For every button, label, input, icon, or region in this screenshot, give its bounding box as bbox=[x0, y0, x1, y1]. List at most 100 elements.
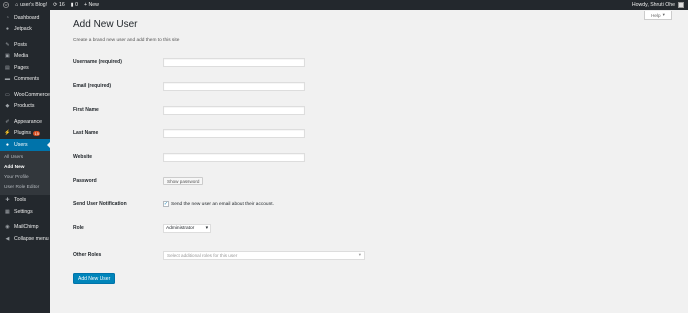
dropdown-arrow-icon: ▾ bbox=[205, 225, 208, 231]
website-input[interactable] bbox=[163, 152, 305, 162]
dashboard-icon: ◔ bbox=[5, 14, 10, 21]
other-roles-label: Other Roles bbox=[73, 252, 102, 258]
username-label: Username (required) bbox=[73, 59, 122, 65]
role-row: Role Administrator ▾ bbox=[73, 222, 673, 234]
submenu-item-all-users[interactable]: All Users bbox=[0, 153, 50, 163]
sidebar-item-collapse-menu[interactable]: ◀ Collapse menu bbox=[0, 233, 50, 245]
role-value: Administrator bbox=[166, 225, 195, 231]
sidebar-item-comments[interactable]: ▬ Comments bbox=[0, 74, 50, 86]
website-row: Website bbox=[73, 151, 673, 163]
comments-count: 0 bbox=[75, 2, 78, 8]
submenu-item-user-role-editor[interactable]: User Role Editor bbox=[0, 183, 50, 193]
admin-sidebar: ◔ Dashboard ● Jetpack ✎ Posts ▣ Media ▤ … bbox=[0, 10, 50, 313]
first-name-input[interactable] bbox=[163, 105, 305, 115]
plugins-update-badge: 15 bbox=[33, 130, 41, 136]
comment-bubble-icon: ▮ bbox=[70, 2, 74, 8]
notification-text: Send the new user an email about their a… bbox=[171, 201, 274, 207]
pin-icon: ✎ bbox=[5, 41, 10, 48]
last-name-input[interactable] bbox=[163, 128, 305, 138]
home-icon: ⌂ bbox=[15, 2, 19, 8]
sidebar-item-dashboard[interactable]: ◔ Dashboard bbox=[0, 12, 50, 24]
sidebar-item-products[interactable]: ◆ Products bbox=[0, 101, 50, 113]
media-icon: ▣ bbox=[5, 53, 10, 60]
avatar bbox=[678, 2, 684, 8]
sidebar-item-label: Tools bbox=[14, 197, 27, 204]
first-name-label: First Name bbox=[73, 107, 99, 113]
username-input[interactable] bbox=[163, 57, 305, 67]
last-name-row: Last Name bbox=[73, 127, 673, 139]
other-roles-placeholder: Select additional roles for this user bbox=[167, 252, 238, 258]
updates-link[interactable]: ⟳ 16 bbox=[50, 0, 68, 10]
page-description: Create a brand new user and add them to … bbox=[73, 38, 180, 43]
sidebar-item-label: Plugins bbox=[14, 130, 32, 137]
brush-icon: ✐ bbox=[5, 118, 10, 125]
sidebar-item-label: Media bbox=[14, 53, 29, 60]
help-tab-button[interactable]: Help ▾ bbox=[644, 11, 672, 20]
wordpress-logo-icon[interactable]: W bbox=[0, 0, 12, 10]
last-name-label: Last Name bbox=[73, 130, 99, 136]
sidebar-item-label: Appearance bbox=[14, 118, 42, 125]
admin-bar: W ⌂ user's Blog! ⟳ 16 ▮ 0 + New Howdy, S… bbox=[0, 0, 688, 10]
users-submenu: All Users Add New Your Profile User Role… bbox=[0, 150, 50, 195]
help-label: Help bbox=[651, 12, 661, 18]
sidebar-item-label: Products bbox=[14, 103, 35, 110]
notification-label: Send User Notification bbox=[73, 201, 127, 207]
first-name-row: First Name bbox=[73, 104, 673, 116]
new-label: New bbox=[88, 2, 99, 8]
sidebar-item-pages[interactable]: ▤ Pages bbox=[0, 62, 50, 74]
comments-link[interactable]: ▮ 0 bbox=[68, 0, 81, 10]
products-icon: ◆ bbox=[5, 103, 10, 110]
sidebar-item-tools[interactable]: ✚ Tools bbox=[0, 195, 50, 207]
other-roles-select[interactable]: Select additional roles for this user ▾ bbox=[163, 250, 365, 260]
site-name-link[interactable]: ⌂ user's Blog! bbox=[12, 0, 50, 10]
sidebar-item-label: Dashboard bbox=[14, 14, 40, 21]
role-label: Role bbox=[73, 225, 84, 231]
submenu-item-add-new[interactable]: Add New bbox=[0, 163, 50, 173]
send-notification-checkbox[interactable]: ✓ bbox=[163, 201, 169, 207]
settings-icon: ▦ bbox=[5, 208, 10, 215]
my-account[interactable]: Howdy, Shruti Ohe bbox=[632, 2, 688, 8]
greeting: Howdy, Shruti Ohe bbox=[631, 2, 675, 8]
woocommerce-icon: ▭ bbox=[5, 91, 10, 98]
sidebar-item-label: Settings bbox=[14, 208, 33, 215]
sidebar-item-media[interactable]: ▣ Media bbox=[0, 51, 50, 63]
sidebar-item-label: Pages bbox=[14, 64, 29, 71]
sidebar-item-plugins[interactable]: ⚡ Plugins 15 bbox=[0, 128, 50, 140]
sidebar-item-appearance[interactable]: ✐ Appearance bbox=[0, 116, 50, 128]
sidebar-item-label: Collapse menu bbox=[14, 235, 49, 242]
email-row: Email (required) bbox=[73, 80, 673, 92]
submenu-item-your-profile[interactable]: Your Profile bbox=[0, 173, 50, 183]
sidebar-item-label: MailChimp bbox=[14, 224, 39, 231]
email-input[interactable] bbox=[163, 81, 305, 91]
sidebar-item-users[interactable]: ● Users bbox=[0, 139, 50, 151]
password-row: Password Show password bbox=[73, 175, 673, 187]
refresh-icon: ⟳ bbox=[53, 2, 58, 8]
sidebar-item-mailchimp[interactable]: ◉ MailChimp bbox=[0, 222, 50, 234]
website-label: Website bbox=[73, 154, 93, 160]
plugin-icon: ⚡ bbox=[4, 130, 11, 137]
email-label: Email (required) bbox=[73, 83, 112, 89]
role-select[interactable]: Administrator ▾ bbox=[163, 223, 211, 233]
notification-row: Send User Notification ✓ Send the new us… bbox=[73, 198, 673, 210]
sidebar-item-settings[interactable]: ▦ Settings bbox=[0, 206, 50, 218]
username-row: Username (required) bbox=[73, 56, 673, 68]
sidebar-item-label: Posts bbox=[14, 41, 27, 48]
tools-icon: ✚ bbox=[5, 197, 10, 204]
page-title: Add New User bbox=[73, 19, 138, 30]
updates-count: 16 bbox=[58, 2, 65, 8]
sidebar-item-label: Comments bbox=[14, 76, 40, 83]
password-label: Password bbox=[73, 178, 97, 184]
collapse-icon: ◀ bbox=[5, 235, 10, 242]
show-password-button[interactable]: Show password bbox=[163, 177, 204, 185]
add-new-user-button[interactable]: Add New User bbox=[73, 273, 116, 284]
site-name: user's Blog! bbox=[20, 2, 48, 8]
page-icon: ▤ bbox=[5, 64, 10, 71]
sidebar-item-woocommerce[interactable]: ▭ WooCommerce bbox=[0, 89, 50, 101]
new-content-link[interactable]: + New bbox=[81, 0, 102, 10]
checkmark-icon: ✓ bbox=[163, 201, 169, 207]
plus-icon: + bbox=[83, 2, 88, 8]
chevron-down-icon: ▾ bbox=[662, 12, 665, 17]
users-icon: ● bbox=[5, 141, 10, 148]
sidebar-item-jetpack[interactable]: ● Jetpack bbox=[0, 24, 50, 36]
sidebar-item-posts[interactable]: ✎ Posts bbox=[0, 39, 50, 51]
